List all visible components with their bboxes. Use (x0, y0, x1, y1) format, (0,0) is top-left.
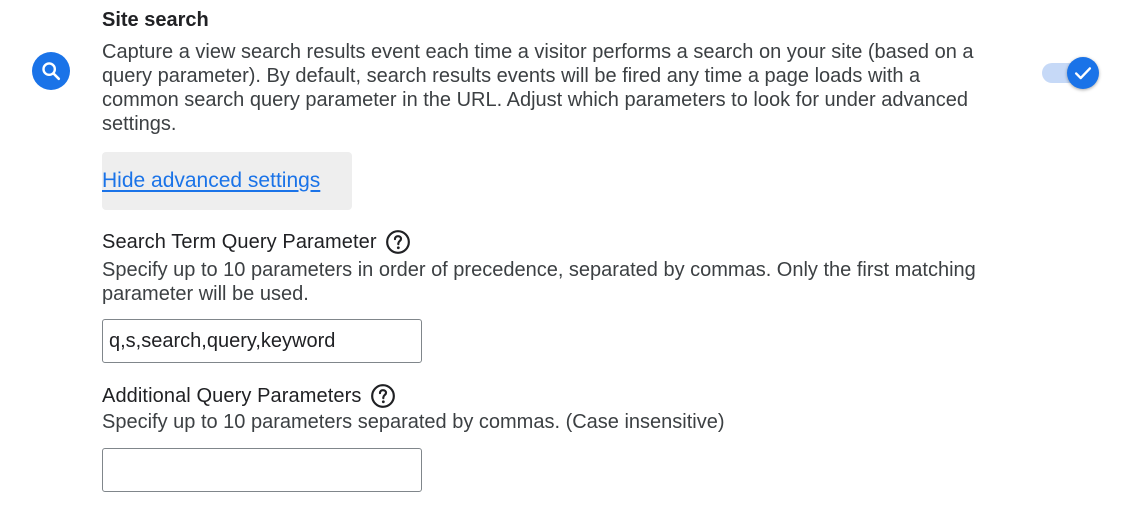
setting-description: Capture a view search results event each… (102, 41, 974, 135)
setting-title: Site search (102, 9, 209, 31)
search-term-label: Search Term Query Parameter (102, 231, 377, 253)
help-icon[interactable] (385, 229, 411, 255)
search-term-description: Specify up to 10 parameters in order of … (102, 259, 976, 305)
hide-advanced-settings-button[interactable]: Hide advanced settings (102, 152, 352, 210)
site-search-toggle[interactable] (1040, 56, 1102, 92)
check-icon (1074, 67, 1092, 80)
additional-params-label: Additional Query Parameters (102, 385, 362, 407)
additional-params-description: Specify up to 10 parameters separated by… (102, 411, 725, 433)
hide-advanced-settings-link[interactable]: Hide advanced settings (102, 169, 320, 193)
search-term-input[interactable] (102, 319, 422, 363)
search-term-label-row: Search Term Query Parameter (102, 229, 411, 255)
additional-params-label-row: Additional Query Parameters (102, 383, 396, 409)
toggle-knob (1067, 57, 1099, 89)
site-search-settings-panel: Site search Capture a view search result… (0, 0, 1134, 508)
search-icon (32, 52, 70, 90)
additional-params-input[interactable] (102, 448, 422, 492)
help-icon[interactable] (370, 383, 396, 409)
